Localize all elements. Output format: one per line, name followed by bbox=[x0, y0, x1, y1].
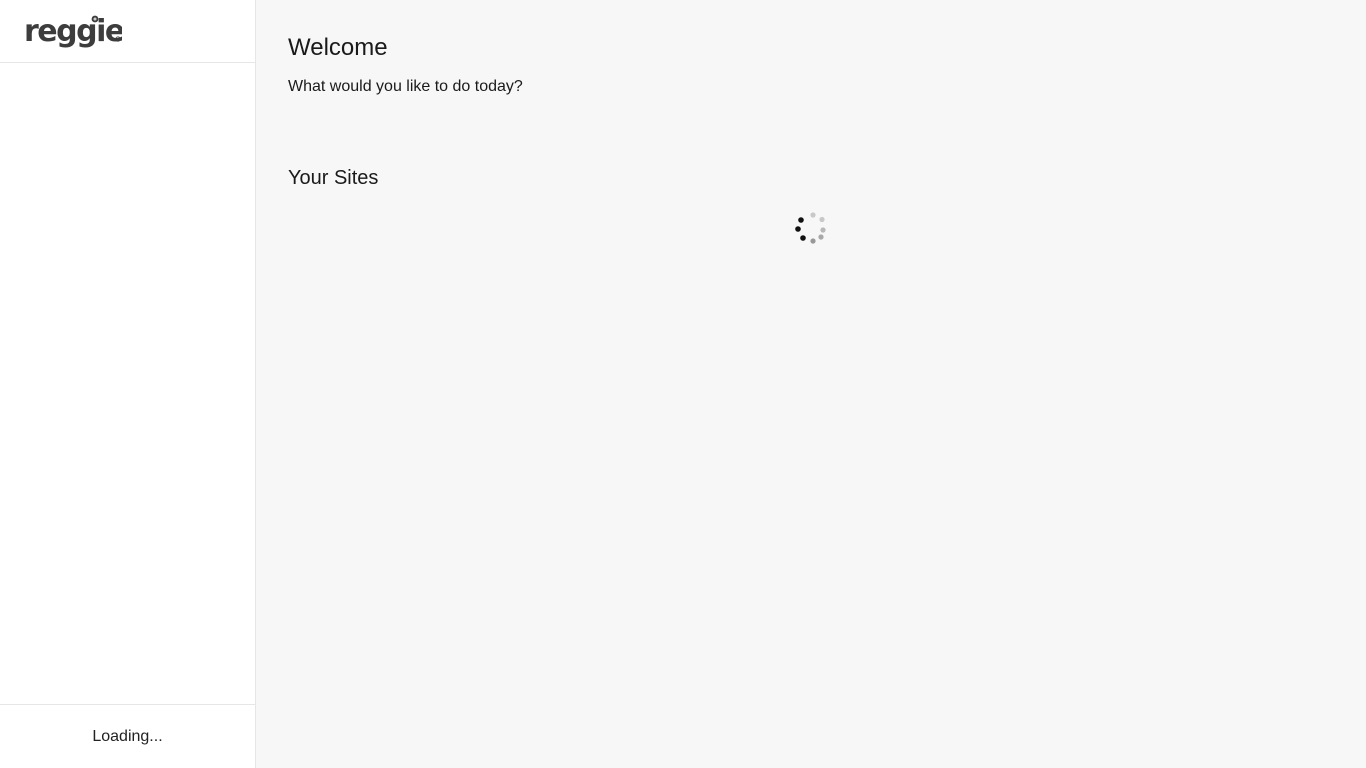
sidebar-header: reggie bbox=[0, 0, 255, 63]
page-title: Welcome bbox=[288, 34, 388, 61]
loading-spinner-icon bbox=[795, 212, 826, 244]
reggie-logo-icon: reggie bbox=[24, 14, 122, 48]
sidebar: reggie Loading... bbox=[0, 0, 256, 768]
sidebar-footer-status: Loading... bbox=[0, 704, 255, 768]
svg-text:reggie: reggie bbox=[24, 14, 122, 48]
sidebar-nav bbox=[0, 63, 255, 704]
reggie-logo[interactable]: reggie bbox=[24, 14, 122, 48]
page-subtitle: What would you like to do today? bbox=[288, 78, 523, 95]
main-content: Welcome What would you like to do today?… bbox=[256, 0, 1366, 768]
app-root: reggie Loading... Welcome What would you… bbox=[0, 0, 1366, 768]
your-sites-heading: Your Sites bbox=[288, 167, 379, 189]
